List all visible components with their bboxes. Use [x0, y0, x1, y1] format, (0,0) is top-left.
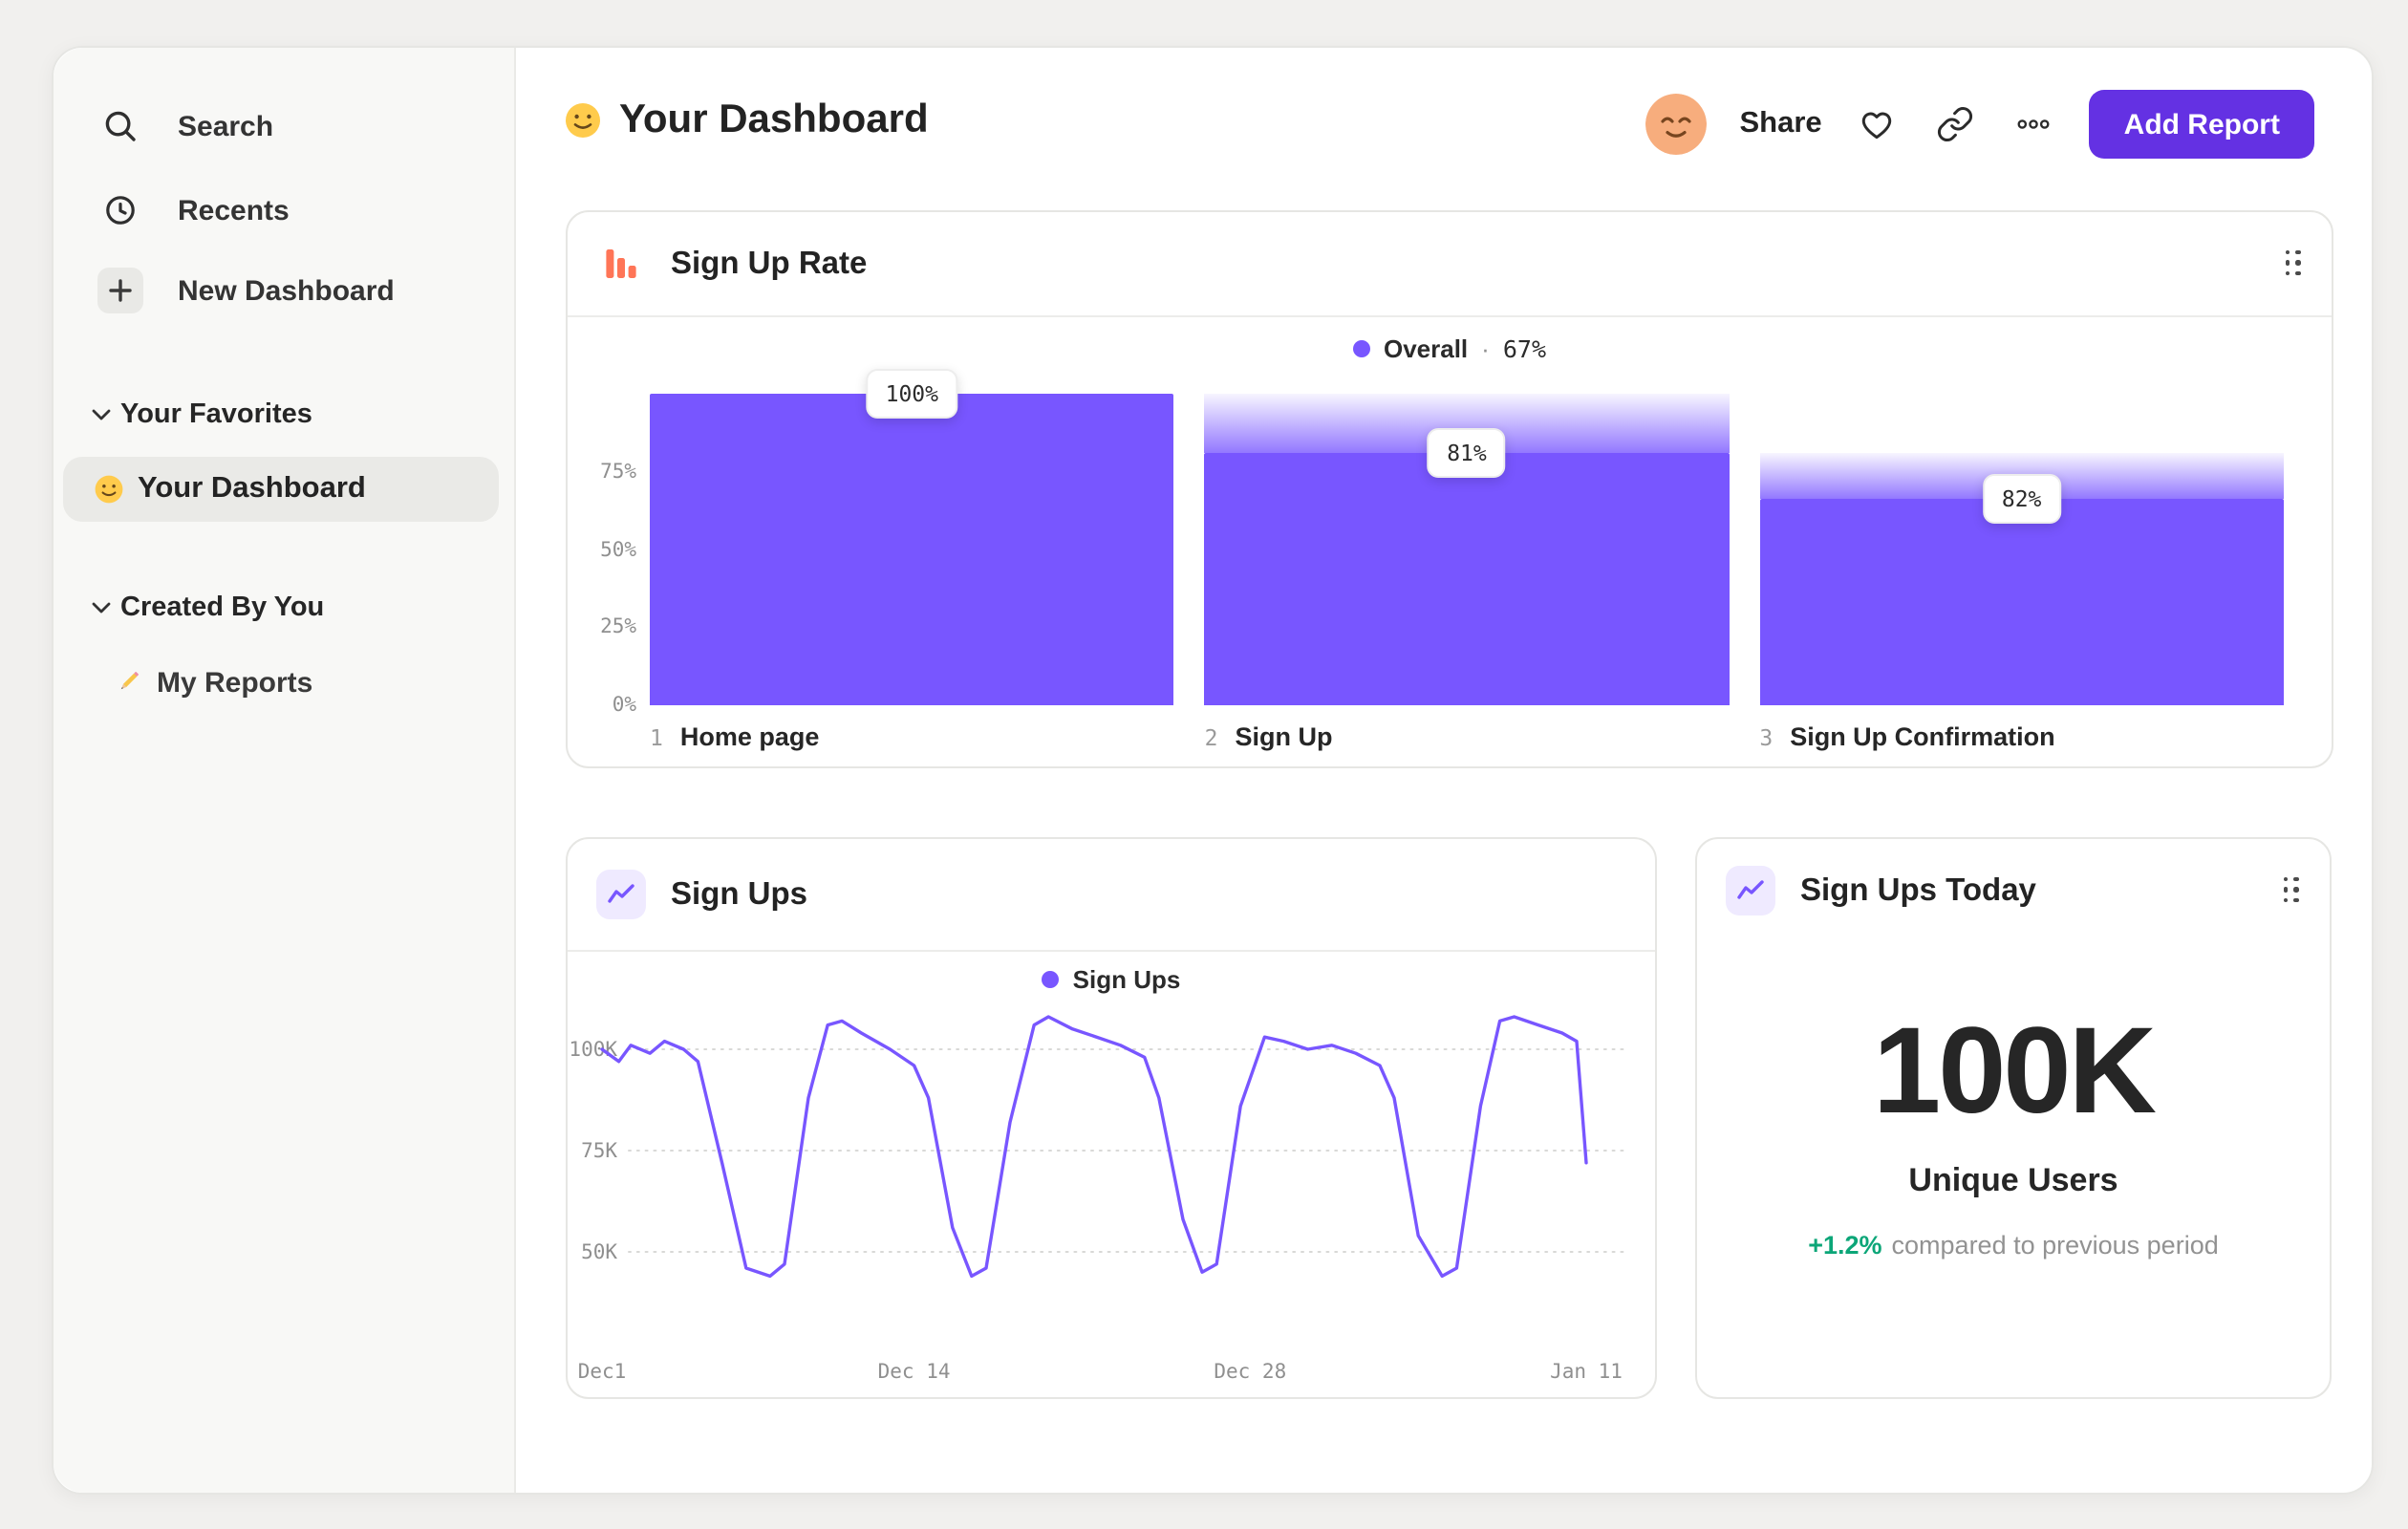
- ellipsis-icon: [2018, 119, 2051, 129]
- sidebar-item-label: Recents: [178, 194, 290, 226]
- funnel-y-tick-label: 50%: [600, 538, 636, 561]
- section-title: Your Favorites: [120, 399, 312, 430]
- sign-ups-card: 100K 75K 50K Dec1 Dec 14 Dec 28 Jan 11 Sign Up…: [566, 837, 1657, 1399]
- card-title: Sign Up Rate: [671, 246, 868, 280]
- drag-handle-icon[interactable]: [2285, 249, 2303, 278]
- stat-delta: +1.2% compared to previous period: [1697, 1231, 2330, 1260]
- legend-label: Sign Ups: [1072, 965, 1181, 994]
- pencil-emoji-icon: [120, 672, 139, 690]
- page-title: Your Dashboard: [564, 97, 929, 143]
- search-icon: [101, 107, 140, 145]
- smiley-emoji-icon: [566, 103, 600, 138]
- stat-metric-label: Unique Users: [1908, 1162, 2118, 1198]
- step-number: 2: [1204, 724, 1218, 751]
- sidebar-item-label: My Reports: [157, 666, 313, 699]
- card-title: Sign Ups Today: [1800, 872, 2036, 907]
- sign-up-rate-card: Sign Up Rate Overall · 67% 75% 50% 25% 0% 1…: [566, 210, 2333, 768]
- svg-text:Dec1: Dec1: [578, 1360, 627, 1383]
- funnel-step-labels: 1 Home page 2 Sign Up 3 Sign Up Confirmation: [650, 722, 2284, 751]
- app: Search Recents New Dashboard Your Favori…: [0, 0, 2408, 1529]
- dashboard-window: Search Recents New Dashboard Your Favori…: [52, 46, 2374, 1495]
- header-divider: [568, 950, 1655, 952]
- sign-ups-today-card: Sign Ups Today 100K Unique Users +1.2% co…: [1695, 837, 2332, 1399]
- sidebar: Search Recents New Dashboard Your Favori…: [54, 48, 516, 1493]
- stat-big-number: 100K: [1873, 1001, 2157, 1139]
- heart-icon: [1862, 112, 1892, 140]
- sidebar-item-label: New Dashboard: [178, 274, 395, 307]
- chevron-down-icon: [92, 602, 111, 614]
- sidebar-item-new-dashboard[interactable]: New Dashboard: [97, 262, 495, 319]
- funnel-bar-solid: [1759, 498, 2284, 705]
- card-header: Sign Ups Today: [1697, 839, 2330, 942]
- section-title: Created By You: [120, 592, 325, 623]
- funnel-y-tick-label: 75%: [600, 460, 636, 484]
- add-report-button[interactable]: Add Report: [2089, 90, 2314, 159]
- stat-delta-text: compared to previous period: [1891, 1231, 2219, 1260]
- card-title: Sign Ups: [671, 876, 808, 911]
- sidebar-item-label: Your Dashboard: [138, 472, 366, 505]
- plus-icon: [97, 268, 143, 313]
- svg-text:50K: 50K: [581, 1240, 617, 1263]
- sidebar-item-your-dashboard[interactable]: Your Dashboard: [63, 457, 499, 522]
- step-number: 3: [1759, 724, 1774, 751]
- funnel-bars: 100% 81% 82%: [650, 369, 2284, 705]
- legend-dot: [1042, 971, 1060, 988]
- legend-separator: ·: [1481, 334, 1490, 363]
- header-divider: [568, 315, 2332, 317]
- share-button[interactable]: Share: [1739, 107, 1821, 141]
- sidebar-item-recents[interactable]: Recents: [101, 182, 495, 239]
- funnel-step-label: 1 Home page: [650, 722, 1174, 751]
- funnel-bar-step-3[interactable]: 82%: [1759, 394, 2284, 705]
- svg-text:75K: 75K: [581, 1139, 617, 1162]
- line-report-icon: [1726, 866, 1775, 915]
- funnel-bar-step-2[interactable]: 81%: [1204, 394, 1730, 705]
- svg-text:Dec 14: Dec 14: [878, 1360, 951, 1383]
- funnel-bar-step-1[interactable]: 100%: [650, 369, 1174, 705]
- copy-link-button[interactable]: [1933, 101, 1979, 147]
- card-header: Sign Up Rate: [568, 212, 2332, 315]
- relieved-face-avatar-icon: [1645, 94, 1708, 155]
- sidebar-section-your-favorites[interactable]: Your Favorites: [92, 396, 312, 434]
- legend-value: 67%: [1502, 334, 1546, 363]
- sidebar-item-my-reports[interactable]: My Reports: [113, 656, 312, 709]
- more-options-button[interactable]: [2011, 101, 2057, 147]
- funnel-legend[interactable]: Overall · 67%: [568, 334, 2332, 363]
- chevron-down-icon: [92, 409, 111, 420]
- legend-dot: [1352, 340, 1370, 357]
- svg-text:Dec 28: Dec 28: [1214, 1360, 1286, 1383]
- sidebar-section-created-by-you[interactable]: Created By You: [92, 589, 324, 627]
- funnel-bar-solid: [650, 394, 1174, 705]
- smiley-emoji-icon: [95, 475, 123, 504]
- conversion-label-chip: 100%: [866, 369, 958, 419]
- clock-icon: [101, 191, 140, 229]
- card-header: Sign Ups: [568, 839, 1655, 950]
- step-name: Sign Up Confirmation: [1790, 722, 2055, 751]
- conversion-label-chip: 81%: [1428, 427, 1506, 478]
- line-report-icon: [596, 870, 646, 919]
- drag-handle-icon[interactable]: [2283, 876, 2301, 905]
- stat-delta-percent: +1.2%: [1808, 1231, 1882, 1260]
- user-avatar[interactable]: [1645, 94, 1708, 155]
- conversion-label-chip: 82%: [1982, 473, 2061, 524]
- step-number: 1: [650, 724, 663, 751]
- legend-label: Overall: [1383, 334, 1469, 363]
- header-actions: Share Add Report: [1645, 90, 2314, 159]
- step-name: Sign Up: [1235, 722, 1333, 751]
- link-icon: [1938, 106, 1973, 142]
- favorite-heart-button[interactable]: [1855, 101, 1901, 147]
- funnel-step-label: 3 Sign Up Confirmation: [1759, 722, 2284, 751]
- funnel-y-axis: 75% 50% 25% 0%: [568, 394, 636, 718]
- funnel-step-label: 2 Sign Up: [1205, 722, 1730, 751]
- line-legend[interactable]: Sign Ups: [568, 965, 1655, 994]
- step-name: Home page: [679, 722, 820, 751]
- funnel-bar-solid: [1204, 452, 1730, 705]
- funnel-y-tick-label: 25%: [600, 615, 636, 639]
- svg-text:Jan 11: Jan 11: [1550, 1360, 1623, 1383]
- dashboard-title: Your Dashboard: [619, 97, 929, 141]
- funnel-report-icon: [596, 239, 646, 289]
- sidebar-item-label: Search: [178, 110, 274, 142]
- funnel-y-tick-label: 0%: [612, 694, 636, 717]
- sidebar-item-search[interactable]: Search: [101, 97, 495, 155]
